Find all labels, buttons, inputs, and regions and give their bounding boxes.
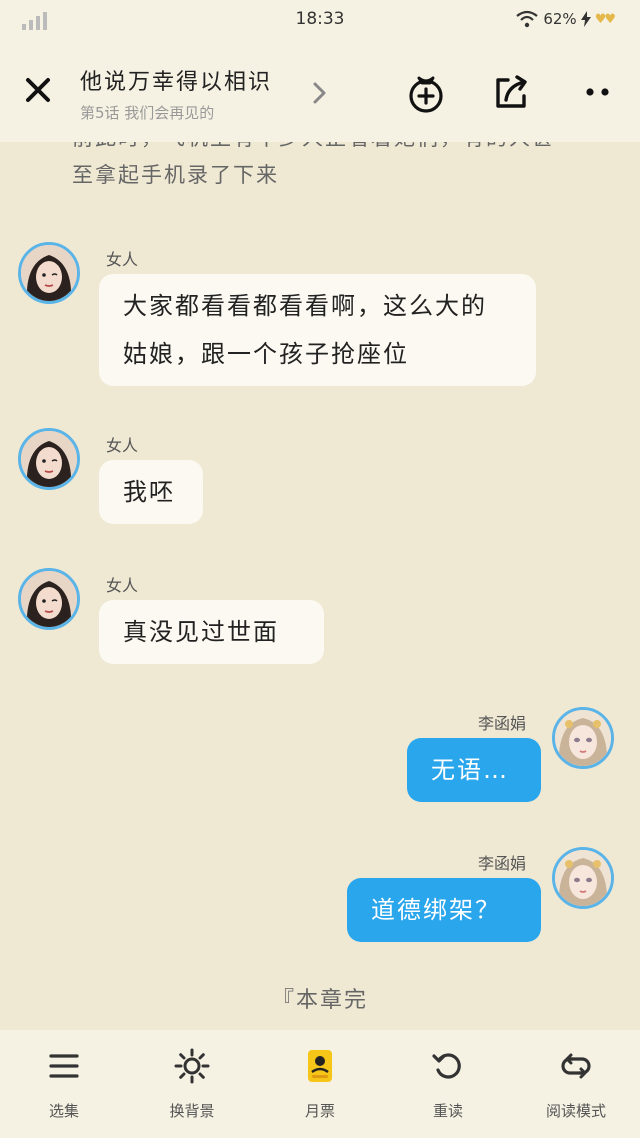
sun-icon xyxy=(174,1048,210,1084)
more-icon[interactable] xyxy=(576,70,620,114)
undo-icon xyxy=(432,1053,461,1079)
avatar-li-hanjuan[interactable] xyxy=(552,847,614,909)
chapter-subtitle: 第5话 我们会再见的 xyxy=(80,104,215,122)
chevron-right-icon[interactable] xyxy=(308,80,330,106)
menu-icon xyxy=(49,1054,79,1078)
speaker-name: 李函娟 xyxy=(478,714,527,733)
message-bubble[interactable]: 真没见过世面 xyxy=(99,600,324,664)
toolbar-label: 换背景 xyxy=(169,1102,215,1120)
message-bubble[interactable]: 我呸 xyxy=(99,460,203,524)
bottom-toolbar: 选集 换背景 月票 重读 阅读模式 xyxy=(0,1030,640,1138)
avatar-woman[interactable] xyxy=(18,568,80,630)
ticket-icon xyxy=(308,1050,332,1082)
toolbar-item-reread[interactable]: 重读 xyxy=(384,1030,512,1138)
narration-text: 前此时，飞机上有不少人正看着她们，有的人甚至拿起手机录了下来 xyxy=(72,142,553,187)
toolbar-label: 选集 xyxy=(48,1102,79,1120)
message-bubble[interactable]: 大家都看看都看看啊，这么大的姑娘，跟一个孩子抢座位 xyxy=(99,274,536,386)
toolbar-label: 阅读模式 xyxy=(545,1102,606,1120)
avatar-li-hanjuan[interactable] xyxy=(552,707,614,769)
chapter-end-marker: 『本章完 xyxy=(271,988,368,1013)
toolbar-label: 月票 xyxy=(304,1102,335,1120)
message-bubble-self[interactable]: 道德绑架？ xyxy=(347,878,541,942)
toolbar-item-monthly-ticket[interactable]: 月票 xyxy=(256,1030,384,1138)
book-title: 他说万幸得以相识 xyxy=(80,70,273,95)
loop-icon xyxy=(561,1053,591,1079)
reader-header: 他说万幸得以相识 第5话 我们会再见的 xyxy=(0,40,640,142)
status-bar: 18:33 62% ♥♥ xyxy=(0,0,640,40)
toolbar-item-reading-mode[interactable]: 阅读模式 xyxy=(512,1030,640,1138)
toolbar-item-chapters[interactable]: 选集 xyxy=(0,1030,128,1138)
close-icon[interactable] xyxy=(18,70,58,110)
gift-bag-icon[interactable] xyxy=(404,70,448,114)
charging-icon xyxy=(580,11,591,27)
speaker-name: 女人 xyxy=(106,250,139,269)
toolbar-item-background[interactable]: 换背景 xyxy=(128,1030,256,1138)
battery-percent: 62% xyxy=(543,10,577,28)
avatar-woman[interactable] xyxy=(18,428,80,490)
message-bubble-self[interactable]: 无语… xyxy=(407,738,541,802)
speaker-name: 女人 xyxy=(106,436,139,455)
toolbar-label: 重读 xyxy=(432,1102,463,1120)
heart-battery-icon: ♥♥ xyxy=(594,11,616,27)
reading-content[interactable]: 前此时，飞机上有不少人正看着她们，有的人甚至拿起手机录了下来 女人 大家都看看都… xyxy=(0,142,640,1030)
speaker-name: 李函娟 xyxy=(478,854,527,873)
wifi-icon xyxy=(516,10,539,28)
speaker-name: 女人 xyxy=(106,576,139,595)
avatar-woman[interactable] xyxy=(18,242,80,304)
share-icon[interactable] xyxy=(490,70,534,114)
title-block[interactable]: 他说万幸得以相识 第5话 我们会再见的 xyxy=(80,64,310,123)
status-right: 62% ♥♥ xyxy=(515,10,616,28)
